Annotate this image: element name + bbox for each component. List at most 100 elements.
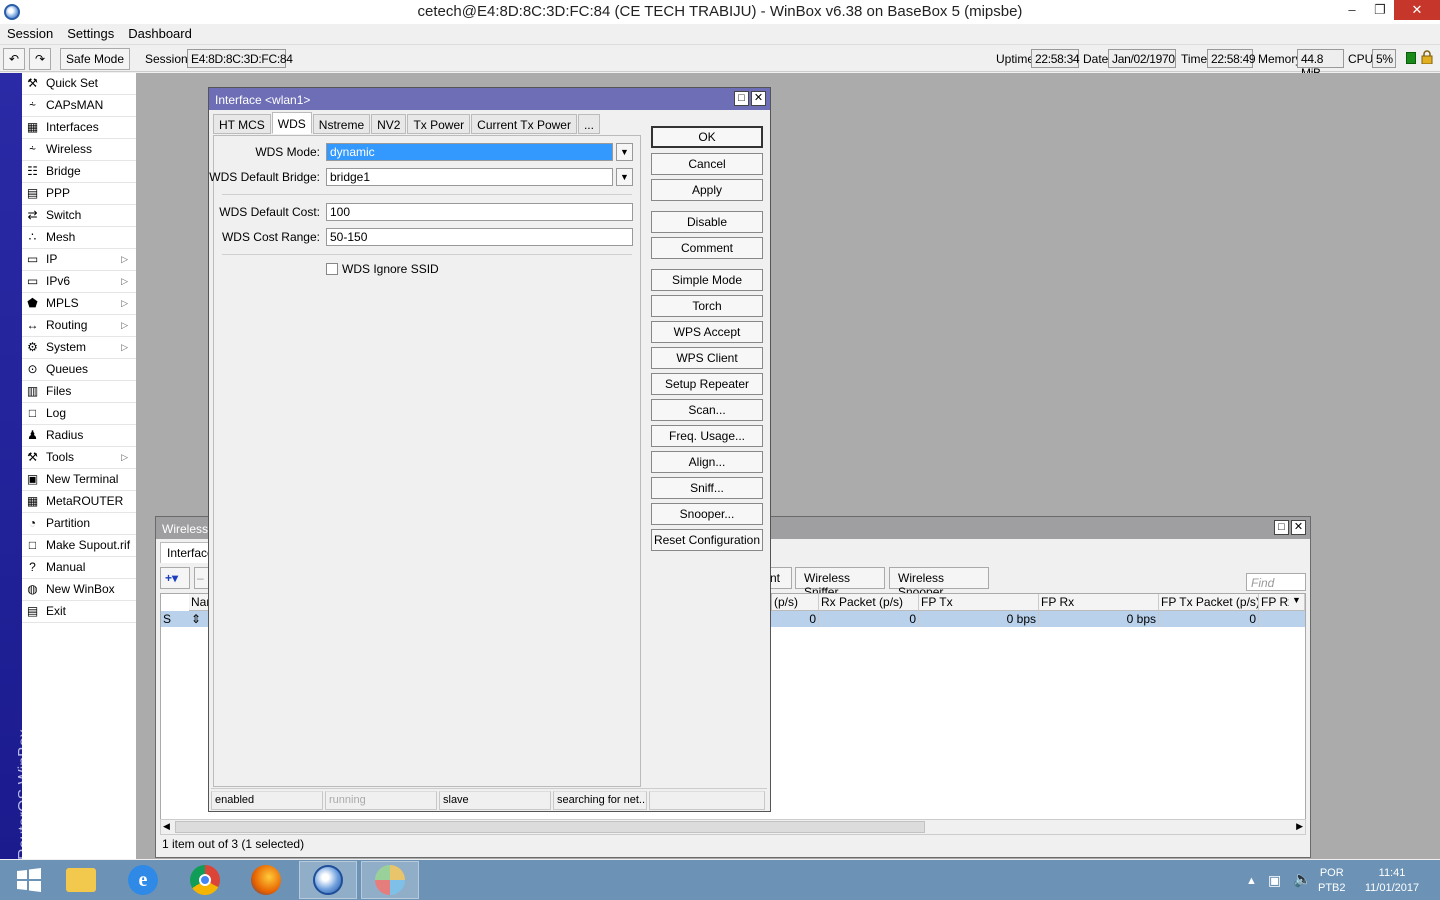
sidebar-item-queues[interactable]: ⊙ Queues [22,359,136,381]
column-header[interactable]: (p/s) [771,594,819,611]
wireless-maximize-icon[interactable]: □ [1274,520,1289,535]
wps-client-button[interactable]: WPS Client [651,347,763,369]
wps-accept-button[interactable]: WPS Accept [651,321,763,343]
scan-button[interactable]: Scan... [651,399,763,421]
column-header[interactable]: Nar [189,594,209,611]
add-icon[interactable]: +▾ [160,567,190,589]
sidebar-item-quick-set[interactable]: ⚒ Quick Set [22,73,136,95]
ok-button[interactable]: OK [651,126,763,148]
sniff-button[interactable]: Sniff... [651,477,763,499]
sidebar-item-interfaces[interactable]: ▦ Interfaces [22,117,136,139]
scroll-thumb[interactable] [175,821,925,833]
winbox-taskbar-icon[interactable] [299,861,357,899]
find-input[interactable]: Find [1246,573,1306,591]
undo-button[interactable]: ↶ [3,48,25,70]
tray-expand-icon[interactable]: ▲ [1246,875,1257,887]
menu-settings[interactable]: Settings [60,24,121,43]
wireless-close-icon[interactable]: ✕ [1291,520,1306,535]
lock-icon[interactable] [1421,50,1433,65]
sidebar-item-capsman[interactable]: ⸞ CAPsMAN [22,95,136,117]
sidebar-item-new-winbox[interactable]: ◍ New WinBox [22,579,136,601]
sidebar-item-tools[interactable]: ⚒ Tools ▷ [22,447,136,469]
sidebar-item-ipv6[interactable]: ▭ IPv6 ▷ [22,271,136,293]
wds-mode-select[interactable]: dynamic [326,143,613,161]
wds-bridge-dropdown-icon[interactable]: ▼ [616,168,633,186]
sidebar-item-files[interactable]: ▥ Files [22,381,136,403]
tab-tx-power[interactable]: Tx Power [407,114,471,134]
tab-current-tx-power[interactable]: Current Tx Power [471,114,577,134]
column-header[interactable]: FP Tx Packet (p/s) [1159,594,1259,611]
wds-mode-dropdown-icon[interactable]: ▼ [616,143,633,161]
sidebar-item-make-supout[interactable]: □ Make Supout.rif [22,535,136,557]
dialog-maximize-icon[interactable]: □ [734,91,749,106]
column-header[interactable]: Rx Packet (p/s) [819,594,919,611]
internet-explorer-icon[interactable]: e [114,861,172,899]
tab-more[interactable]: ... [577,114,600,134]
file-explorer-icon[interactable] [52,861,110,899]
sidebar-item-manual[interactable]: ? Manual [22,557,136,579]
menu-session[interactable]: Session [0,24,60,43]
clock[interactable]: 11:41 11/01/2017 [1360,866,1424,896]
tab-ht-mcs[interactable]: HT MCS [213,114,271,134]
scroll-right-icon[interactable]: ▶ [1296,821,1303,832]
menu-dashboard[interactable]: Dashboard [121,24,199,43]
safe-mode-button[interactable]: Safe Mode [60,48,130,70]
dialog-title-bar[interactable]: Interface <wlan1> □ ✕ [209,88,770,110]
wireless-sniffer-button[interactable]: Wireless Sniffer [795,567,885,599]
language-indicator[interactable]: POR PTB2 [1318,866,1346,896]
wds-bridge-label: WDS Default Bridge: [209,170,320,184]
reset-configuration-button[interactable]: Reset Configuration [651,529,763,551]
sidebar-item-partition[interactable]: ◔ Partition [22,513,136,535]
wds-range-input[interactable]: 50-150 [326,228,633,246]
align-button[interactable]: Align... [651,451,763,473]
sidebar-item-new-terminal[interactable]: ▣ New Terminal [22,469,136,491]
close-button[interactable]: ✕ [1394,0,1440,20]
sidebar-item-ppp[interactable]: ▤ PPP [22,183,136,205]
comment-button[interactable]: Comment [651,237,763,259]
maximize-button[interactable]: ❐ [1366,0,1394,20]
column-header[interactable]: FP Rx [1039,594,1159,611]
start-button[interactable] [0,861,58,899]
sidebar-item-mpls[interactable]: ⬟ MPLS ▷ [22,293,136,315]
wireless-snooper-button[interactable]: Wireless Snooper [889,567,989,599]
sidebar-item-mesh[interactable]: ∴ Mesh [22,227,136,249]
wds-bridge-select[interactable]: bridge1 [326,168,613,186]
minimize-button[interactable]: – [1338,0,1366,20]
cancel-button[interactable]: Cancel [651,153,763,175]
chrome-icon[interactable] [176,861,234,899]
volume-icon[interactable]: 🔈 [1293,870,1312,888]
tab-nv2[interactable]: NV2 [371,114,407,134]
network-icon[interactable]: ▣ [1268,872,1281,889]
torch-button[interactable]: Torch [651,295,763,317]
sidebar-item-bridge[interactable]: ☷ Bridge [22,161,136,183]
tab-nstreme[interactable]: Nstreme [312,114,371,134]
column-header[interactable]: FP Tx [919,594,1039,611]
sidebar-item-ip[interactable]: ▭ IP ▷ [22,249,136,271]
tab-wds[interactable]: WDS [271,112,312,134]
sidebar-item-switch[interactable]: ⇄ Switch [22,205,136,227]
wds-cost-input[interactable]: 100 [326,203,633,221]
horizontal-scrollbar[interactable]: ◀ ▶ [160,819,1306,835]
sidebar-item-wireless[interactable]: ⸞ Wireless [22,139,136,161]
paint-icon[interactable] [361,861,419,899]
snooper-button[interactable]: Snooper... [651,503,763,525]
sidebar-item-system[interactable]: ⚙ System ▷ [22,337,136,359]
sidebar-item-log[interactable]: □ Log [22,403,136,425]
sidebar-item-exit[interactable]: ▤ Exit [22,601,136,623]
apply-button[interactable]: Apply [651,179,763,201]
wds-ignore-ssid-checkbox[interactable] [326,263,338,275]
freq-usage-button[interactable]: Freq. Usage... [651,425,763,447]
partial-button[interactable]: nt [768,567,792,589]
sidebar-item-routing[interactable]: ↔ Routing ▷ [22,315,136,337]
column-header[interactable]: FP Rx [1259,594,1289,611]
sidebar-item-radius[interactable]: ♟ Radius [22,425,136,447]
scroll-left-icon[interactable]: ◀ [163,821,170,832]
simple-mode-button[interactable]: Simple Mode [651,269,763,291]
setup-repeater-button[interactable]: Setup Repeater [651,373,763,395]
sidebar-item-metarouter[interactable]: ▦ MetaROUTER [22,491,136,513]
dialog-close-icon[interactable]: ✕ [751,91,766,106]
disable-button[interactable]: Disable [651,211,763,233]
redo-button[interactable]: ↷ [29,48,51,70]
firefox-icon[interactable] [237,861,295,899]
column-chooser-icon[interactable]: ▼ [1289,594,1305,611]
